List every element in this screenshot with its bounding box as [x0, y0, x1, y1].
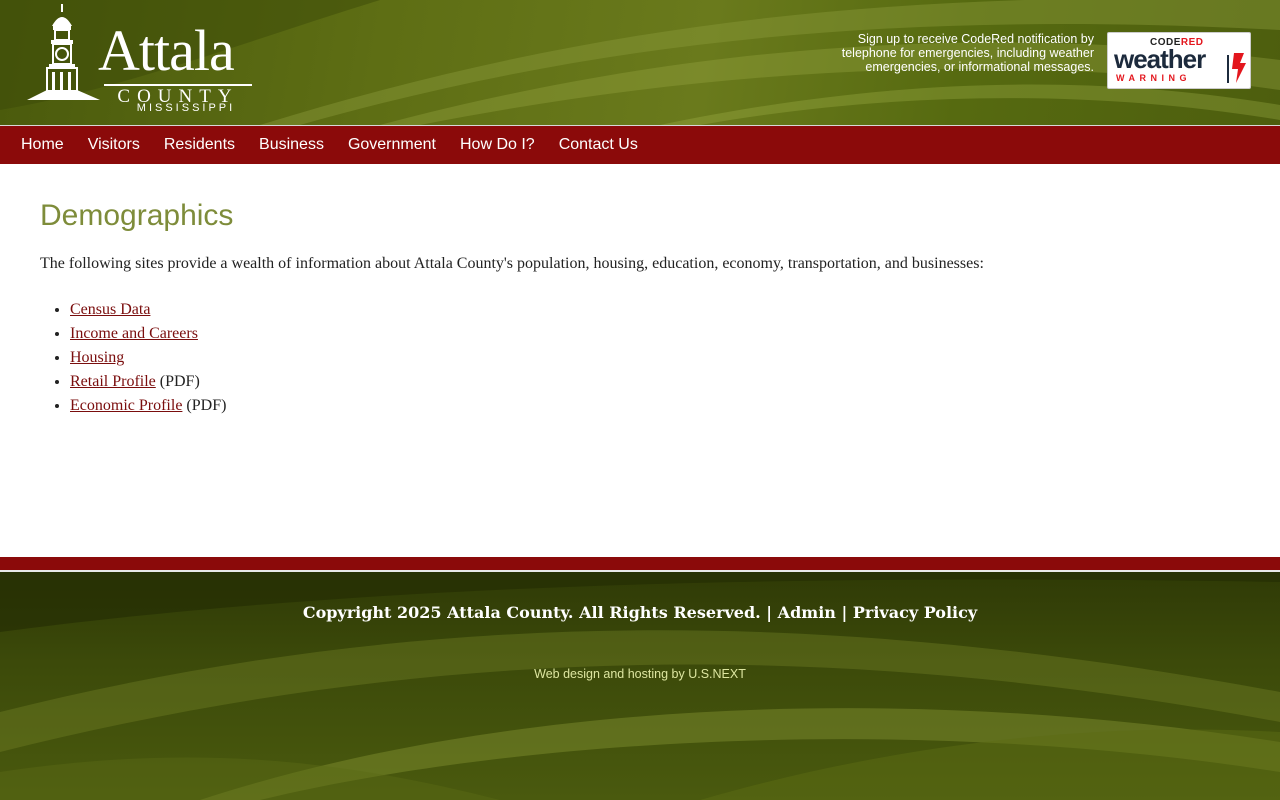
- nav-item-contact-us[interactable]: Contact Us: [547, 136, 650, 154]
- codered-badge-divider: [1227, 55, 1229, 83]
- economic-profile-link[interactable]: Economic Profile: [70, 397, 182, 414]
- nav-item-government[interactable]: Government: [336, 136, 448, 154]
- main-nav: Home Visitors Residents Business Governm…: [0, 126, 1280, 164]
- lightning-bolt-icon: [1232, 53, 1246, 83]
- page-title: Demographics: [40, 199, 234, 232]
- nav-item-business[interactable]: Business: [247, 136, 336, 154]
- list-item: Retail Profile (PDF): [70, 370, 1240, 394]
- pdf-label: (PDF): [155, 373, 200, 390]
- nav-item-visitors[interactable]: Visitors: [76, 136, 152, 154]
- copyright-text: Copyright 2025 Attala County. All Rights…: [302, 603, 761, 622]
- usnext-link[interactable]: U.S.NEXT: [688, 667, 746, 681]
- housing-link[interactable]: Housing: [70, 349, 124, 366]
- nav-item-how-do-i[interactable]: How Do I?: [448, 136, 547, 154]
- intro-paragraph: The following sites provide a wealth of …: [40, 255, 984, 272]
- privacy-policy-link[interactable]: Privacy Policy: [853, 603, 977, 622]
- admin-link[interactable]: Admin: [778, 603, 836, 622]
- nav-item-home[interactable]: Home: [9, 136, 76, 154]
- pdf-label: (PDF): [182, 397, 227, 414]
- income-and-careers-link[interactable]: Income and Careers: [70, 325, 198, 342]
- logo-state: MISSISSIPPI: [136, 102, 236, 114]
- nav-item-residents[interactable]: Residents: [152, 136, 247, 154]
- footer-top-bar: [0, 557, 1280, 570]
- list-item: Housing: [70, 346, 1240, 370]
- codered-signup-text: Sign up to receive CodeRed notification …: [841, 32, 1094, 74]
- site-header: Attala COUNTY MISSISSIPPI Sign up to rec…: [0, 0, 1280, 125]
- retail-profile-link[interactable]: Retail Profile: [70, 373, 156, 390]
- list-item: Census Data: [70, 298, 1240, 322]
- list-item: Economic Profile (PDF): [70, 394, 1240, 418]
- census-data-link[interactable]: Census Data: [70, 301, 150, 318]
- web-design-credit: Web design and hosting by U.S.NEXT: [534, 667, 746, 681]
- site-footer: Copyright 2025 Attala County. All Rights…: [0, 572, 1280, 800]
- main-content: Demographics The following sites provide…: [40, 196, 1240, 418]
- site-logo[interactable]: Attala COUNTY MISSISSIPPI: [16, 4, 256, 116]
- codered-badge-weather: weather: [1114, 44, 1206, 74]
- codered-weather-warning-badge[interactable]: CODERED weather WARNING: [1107, 32, 1251, 89]
- resource-links-list: Census Data Income and Careers Housing R…: [40, 298, 1240, 418]
- courthouse-icon: [27, 4, 100, 100]
- codered-badge-warning: WARNING: [1116, 73, 1191, 83]
- footer-copyright-line: Copyright 2025 Attala County. All Rights…: [302, 603, 978, 622]
- list-item: Income and Careers: [70, 322, 1240, 346]
- logo-title: Attala: [98, 18, 235, 83]
